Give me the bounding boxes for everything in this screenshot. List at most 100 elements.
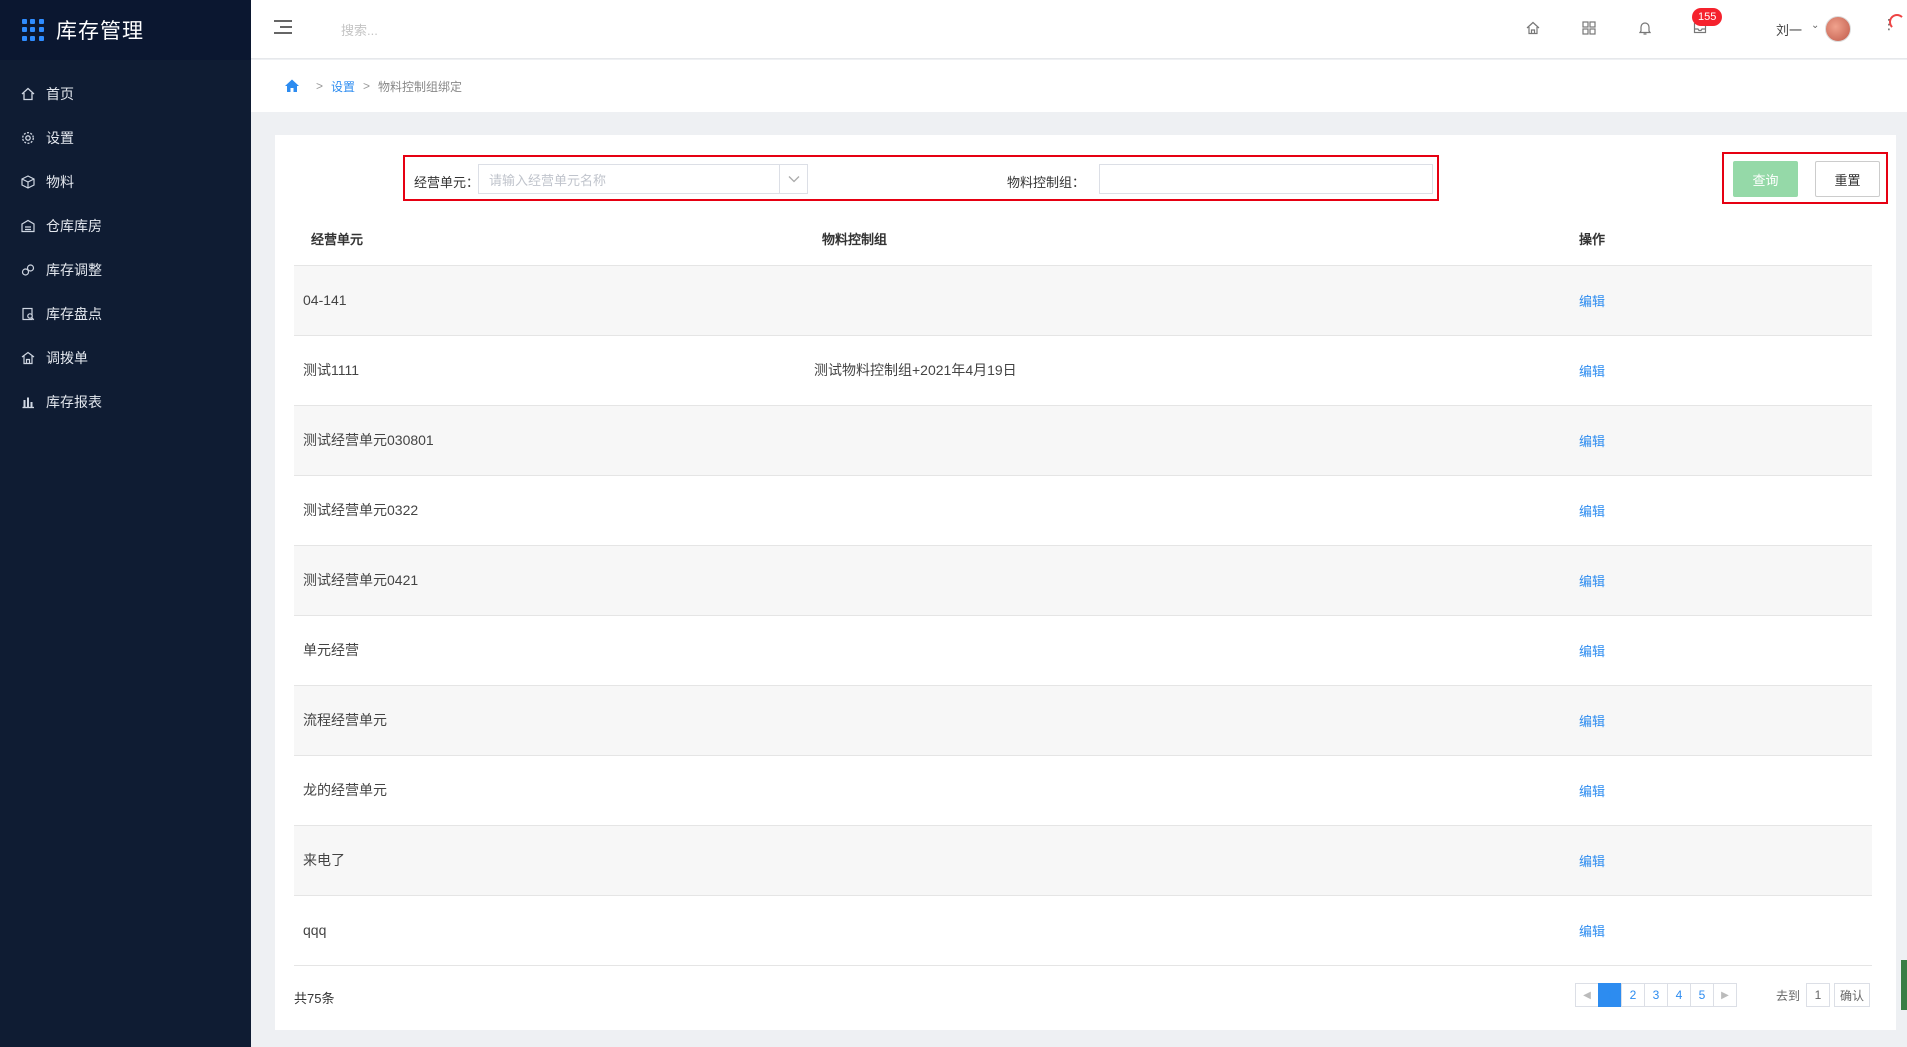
user-name[interactable]: 刘一 [1776, 20, 1802, 39]
edit-link[interactable]: 编辑 [1579, 364, 1605, 379]
breadcrumb-separator: > [363, 79, 371, 93]
cell-group [814, 265, 1579, 336]
transfer-icon [20, 350, 36, 366]
app-title: 库存管理 [56, 20, 144, 43]
loading-spinner-icon [1889, 14, 1905, 30]
page-button-5[interactable]: 5 [1690, 983, 1714, 1007]
search-input[interactable] [341, 18, 541, 42]
edit-link[interactable]: 编辑 [1579, 294, 1605, 309]
main-panel: 经营单元： 请输入经营单元名称 物料控制组： 查询 重置 经营单元 物料控制组 … [275, 135, 1896, 1030]
column-header-action: 操作 [1579, 212, 1872, 266]
menu-toggle-icon[interactable] [274, 20, 292, 36]
breadcrumb-home-icon[interactable] [284, 78, 300, 94]
edit-link[interactable]: 编辑 [1579, 504, 1605, 519]
message-count-badge: 155 [1692, 8, 1723, 26]
cell-unit: qqq [294, 895, 814, 966]
apps-grid-icon[interactable] [1580, 19, 1598, 37]
cell-group [814, 895, 1579, 966]
breadcrumb: > 设置 > 物料控制组绑定 [251, 60, 1907, 112]
edit-link[interactable]: 编辑 [1579, 644, 1605, 659]
total-count: 共75条 [294, 991, 335, 1006]
bar-chart-icon [20, 394, 36, 410]
breadcrumb-current: 物料控制组绑定 [378, 79, 463, 94]
page-button-3[interactable]: 3 [1644, 983, 1668, 1007]
cell-group: 测试物料控制组+2021年4月19日 [814, 335, 1579, 406]
sidebar: 库存管理 首页 设置 物料 仓库库房 库存调整 库存盘点 调拨单 库存报表 [0, 0, 251, 1047]
table-row: 来电了 编辑 [294, 825, 1872, 896]
next-page-icon[interactable]: ▶ [1713, 983, 1737, 1007]
page-button-2[interactable]: 2 [1621, 983, 1645, 1007]
adjust-icon [20, 262, 36, 278]
edit-link[interactable]: 编辑 [1579, 574, 1605, 589]
column-header-unit: 经营单元 [294, 212, 814, 266]
table-header-row: 经营单元 物料控制组 操作 [294, 212, 1872, 266]
cell-group [814, 405, 1579, 476]
sidebar-item-home[interactable]: 首页 [0, 72, 251, 116]
cell-unit: 04-141 [294, 265, 814, 336]
table-row: 龙的经营单元 编辑 [294, 755, 1872, 826]
sidebar-item-materials[interactable]: 物料 [0, 160, 251, 204]
table-row: 测试经营单元030801 编辑 [294, 405, 1872, 476]
unit-select[interactable]: 请输入经营单元名称 [478, 164, 808, 194]
chevron-down-icon[interactable]: ⌄ [1811, 20, 1819, 31]
edge-strip [1901, 960, 1907, 1010]
table-row: 04-141 编辑 [294, 265, 1872, 336]
breadcrumb-settings-link[interactable]: 设置 [331, 78, 355, 95]
sidebar-item-warehouse[interactable]: 仓库库房 [0, 204, 251, 248]
cell-group [814, 615, 1579, 686]
sidebar-item-stock-adjust[interactable]: 库存调整 [0, 248, 251, 292]
bell-icon[interactable] [1636, 19, 1654, 37]
cell-unit: 测试经营单元0421 [294, 545, 814, 616]
reset-button[interactable]: 重置 [1815, 161, 1880, 197]
prev-page-icon[interactable]: ◀ [1575, 983, 1599, 1007]
cell-unit: 测试1111 [294, 335, 814, 406]
group-filter-label: 物料控制组： [1007, 175, 1086, 190]
cell-group [814, 545, 1579, 616]
page-button-4[interactable]: 4 [1667, 983, 1691, 1007]
query-button[interactable]: 查询 [1733, 161, 1798, 197]
sidebar-item-label: 库存报表 [46, 394, 102, 410]
goto-page: 去到 1 确认 [1776, 983, 1871, 1007]
sidebar-item-label: 仓库库房 [46, 218, 102, 234]
sidebar-item-stock-report[interactable]: 库存报表 [0, 380, 251, 424]
data-table: 经营单元 物料控制组 操作 04-141 编辑 测试1111 测试物料控制组+2… [294, 212, 1872, 966]
edit-link[interactable]: 编辑 [1579, 434, 1605, 449]
cell-group [814, 755, 1579, 826]
edit-link[interactable]: 编辑 [1579, 714, 1605, 729]
column-header-group: 物料控制组 [814, 212, 1579, 266]
brand: 库存管理 [0, 0, 251, 60]
warehouse-icon [20, 218, 36, 234]
sidebar-item-transfer[interactable]: 调拨单 [0, 336, 251, 380]
sidebar-menu: 首页 设置 物料 仓库库房 库存调整 库存盘点 调拨单 库存报表 [0, 60, 251, 424]
chevron-down-icon[interactable] [779, 165, 807, 193]
cell-unit: 龙的经营单元 [294, 755, 814, 826]
sidebar-item-settings[interactable]: 设置 [0, 116, 251, 160]
table-row: 测试经营单元0421 编辑 [294, 545, 1872, 616]
filter-bar: 经营单元： 请输入经营单元名称 物料控制组： [403, 155, 1439, 201]
app-grid-icon[interactable] [22, 19, 44, 41]
group-input[interactable] [1099, 164, 1433, 194]
sidebar-item-label: 库存调整 [46, 262, 102, 278]
edit-link[interactable]: 编辑 [1579, 784, 1605, 799]
avatar[interactable] [1825, 16, 1851, 42]
cell-unit: 流程经营单元 [294, 685, 814, 756]
sidebar-item-label: 库存盘点 [46, 306, 102, 322]
sidebar-item-stock-count[interactable]: 库存盘点 [0, 292, 251, 336]
cell-unit: 来电了 [294, 825, 814, 896]
unit-select-placeholder: 请输入经营单元名称 [489, 172, 607, 188]
goto-page-input[interactable]: 1 [1806, 983, 1831, 1007]
top-header: 155 刘一 ⌄ ⋮ [251, 0, 1907, 59]
edit-link[interactable]: 编辑 [1579, 924, 1605, 939]
inventory-icon [20, 306, 36, 322]
edit-link[interactable]: 编辑 [1579, 854, 1605, 869]
home-icon[interactable] [1524, 19, 1542, 37]
cell-group [814, 475, 1579, 546]
gear-icon [20, 130, 36, 146]
goto-confirm-button[interactable]: 确认 [1834, 983, 1871, 1007]
table-row: 单元经营 编辑 [294, 615, 1872, 686]
home-icon [20, 86, 36, 102]
page-button-1[interactable]: 1 [1598, 983, 1622, 1007]
cell-group [814, 685, 1579, 756]
cell-group [814, 825, 1579, 896]
sidebar-item-label: 首页 [46, 86, 74, 102]
